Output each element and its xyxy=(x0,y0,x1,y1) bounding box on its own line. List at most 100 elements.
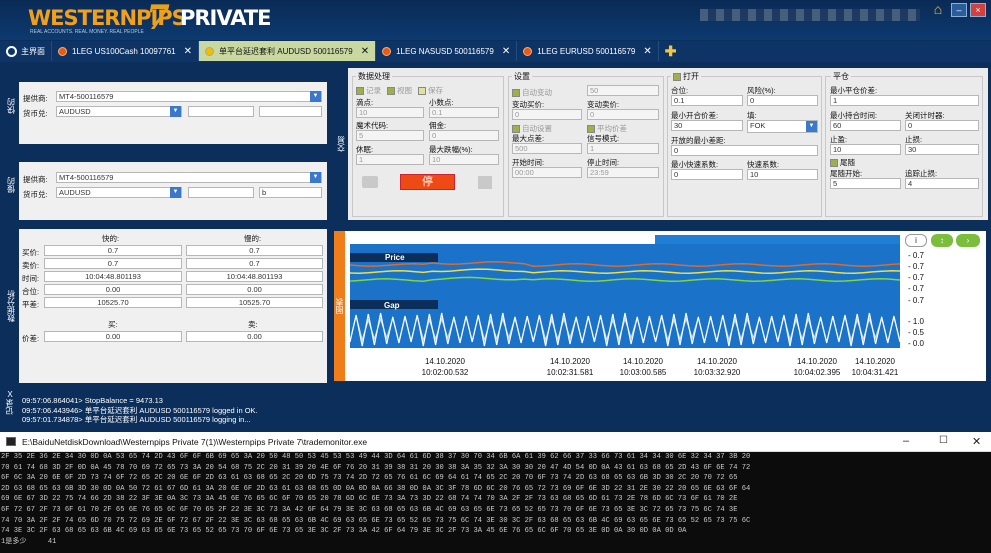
change-sell-field[interactable]: 0 xyxy=(587,109,659,120)
trade-side-label: 交易 xyxy=(334,68,348,220)
trailing-checkbox[interactable] xyxy=(830,159,838,168)
close-tab-icon[interactable]: ✕ xyxy=(643,46,651,57)
console-line: 6F 72 67 2F 73 6F 61 70 2F 65 6E 76 65 6… xyxy=(1,505,738,514)
save-checkbox[interactable] xyxy=(418,87,426,96)
trailing-start-field[interactable]: 5 xyxy=(830,178,901,189)
save-disk-icon[interactable] xyxy=(478,176,492,189)
fast-coef-field[interactable]: 10 xyxy=(747,169,818,180)
open-min-field[interactable]: 0 xyxy=(671,145,818,156)
chevron-down-icon[interactable]: ▼ xyxy=(806,121,817,132)
fast-provider-select[interactable]: MT4-500116579 xyxy=(56,91,322,102)
close-timer-field[interactable]: 0 xyxy=(905,120,979,131)
trailing-label: 尾随 xyxy=(840,158,855,167)
record-checkbox[interactable] xyxy=(356,87,364,96)
close-tab-icon[interactable]: ✕ xyxy=(502,46,510,57)
risk-field[interactable]: 0 xyxy=(747,95,818,106)
group-title: 数据处理 xyxy=(356,71,392,82)
fast-pair-select[interactable]: AUDUSD xyxy=(56,106,182,117)
console-line: 2D 63 68 65 63 6B 3D 30 0D 0A 50 72 61 6… xyxy=(1,484,751,493)
x-axis-date: 14.10.2020 xyxy=(855,357,896,366)
tab-us100[interactable]: 1LEG US100Cash 10097761 ✕ xyxy=(52,41,200,61)
fast-extra-field[interactable] xyxy=(188,106,254,117)
commission-field[interactable]: 0 xyxy=(429,130,499,141)
slow-value-field: 10:04:48.801193 xyxy=(186,271,323,282)
fast-panel-topbar xyxy=(19,68,327,82)
position-field[interactable]: 0.1 xyxy=(671,95,743,106)
stop-loss-field[interactable]: 30 xyxy=(905,144,979,155)
tick-field[interactable]: 10 xyxy=(356,107,424,118)
console-output[interactable]: 2F 35 2E 36 2E 34 30 0D 0A 53 65 74 2D 4… xyxy=(0,452,991,553)
x-axis-date: 14.10.2020 xyxy=(425,357,466,366)
change-buy-field[interactable]: 0 xyxy=(512,109,582,120)
status-dot-icon xyxy=(58,46,67,56)
max-amplitude-field[interactable]: 10 xyxy=(429,154,499,165)
x-axis-date: 14.10.2020 xyxy=(697,357,738,366)
slow-extra-field-2[interactable]: b xyxy=(259,187,322,198)
provider-label: 提供商: xyxy=(23,94,48,103)
close-log-icon[interactable]: X xyxy=(4,390,16,399)
fast-extra-field-2[interactable] xyxy=(259,106,322,117)
chevron-down-icon[interactable]: ▼ xyxy=(310,91,321,102)
console-close-button[interactable]: ✕ xyxy=(972,435,981,448)
stop-time-field[interactable]: 23:59 xyxy=(587,167,659,178)
min-close-field[interactable]: 1 xyxy=(830,95,979,106)
open-checkbox[interactable] xyxy=(673,72,681,81)
add-tab-icon[interactable]: ✚ xyxy=(659,41,683,62)
tab-nasusd[interactable]: 1LEG NASUSD 500116579 ✕ xyxy=(376,41,518,61)
chevron-down-icon[interactable]: ▼ xyxy=(310,172,321,183)
slow-pair-select[interactable]: AUDUSD xyxy=(56,187,182,198)
chevron-down-icon[interactable]: ▼ xyxy=(170,187,181,198)
folder-icon[interactable] xyxy=(362,176,378,188)
price-series-line xyxy=(349,261,901,267)
auto-change-label: 自动变动 xyxy=(522,88,552,97)
close-tab-icon[interactable]: ✕ xyxy=(361,46,369,57)
auto-settings-checkbox[interactable] xyxy=(512,125,520,134)
buy-header: 买: xyxy=(108,320,118,329)
console-line: 6F 6C 3A 20 6E 6F 2D 73 74 6F 72 65 2C 2… xyxy=(1,474,738,483)
max-points-field[interactable]: 500 xyxy=(512,143,582,154)
slow-panel-topbar xyxy=(19,150,327,162)
console-maximize-button[interactable]: ☐ xyxy=(939,435,948,446)
tab-audusd-arbitrage[interactable]: 单平台延迟套利 AUDUSD 500116579 ✕ xyxy=(199,41,377,61)
home-icon[interactable]: ⌂ xyxy=(930,2,946,17)
slow-side-label: 慢的 xyxy=(3,150,19,220)
start-time-field[interactable]: 00:00 xyxy=(512,167,582,178)
auto-change-field[interactable]: 50 xyxy=(587,85,659,96)
tab-main[interactable]: 主界面 xyxy=(0,41,52,61)
avg-price-checkbox[interactable] xyxy=(587,125,595,134)
trailing-stop-field[interactable]: 4 xyxy=(905,178,979,189)
group-title: 设置 xyxy=(512,71,532,82)
slow-value-field: 0.00 xyxy=(186,284,323,295)
min-fast-field[interactable]: 0 xyxy=(671,169,743,180)
slow-provider-select[interactable]: MT4-500116579 xyxy=(56,172,322,183)
slow-extra-field[interactable] xyxy=(188,187,254,198)
tab-eurusd[interactable]: 1LEG EURUSD 500116579 ✕ xyxy=(517,41,659,61)
chart-side-label: 图表 xyxy=(334,231,345,381)
console-title: E:\BaiduNetdiskDownload\Westernpips Priv… xyxy=(22,437,368,447)
x-axis-date: 14.10.2020 xyxy=(623,357,664,366)
price-y-tick: - 0.7 xyxy=(908,262,925,271)
pair-label: 货币兑: xyxy=(23,109,48,118)
x-axis-date: 14.10.2020 xyxy=(550,357,591,366)
close-button[interactable]: × xyxy=(970,3,986,17)
min-open-field[interactable]: 30 xyxy=(671,120,743,131)
price-y-tick: - 0.7 xyxy=(908,296,925,305)
console-minimize-button[interactable]: – xyxy=(903,435,909,447)
view-checkbox[interactable] xyxy=(387,87,395,96)
minimize-button[interactable]: – xyxy=(951,3,967,17)
take-profit-field[interactable]: 10 xyxy=(830,144,901,155)
chevron-down-icon[interactable]: ▼ xyxy=(170,106,181,117)
auto-change-checkbox[interactable] xyxy=(512,89,520,98)
min-hold-field[interactable]: 60 xyxy=(830,120,901,131)
log-line: 09:57:06.443946> 单平台延迟套利 AUDUSD 50011657… xyxy=(22,405,258,415)
magic-field[interactable]: 5 xyxy=(356,130,424,141)
tab-label: 1LEG NASUSD 500116579 xyxy=(396,46,494,56)
decimals-field[interactable]: 0.1 xyxy=(429,107,499,118)
power-icon xyxy=(6,45,17,57)
stop-button[interactable]: 停 xyxy=(400,174,455,190)
rest-field[interactable]: 1 xyxy=(356,154,424,165)
analysis-row-label: 时间: xyxy=(22,274,40,283)
close-tab-icon[interactable]: ✕ xyxy=(184,46,192,57)
status-dot-icon xyxy=(205,46,215,56)
signal-mode-field[interactable]: 1 xyxy=(587,143,659,154)
